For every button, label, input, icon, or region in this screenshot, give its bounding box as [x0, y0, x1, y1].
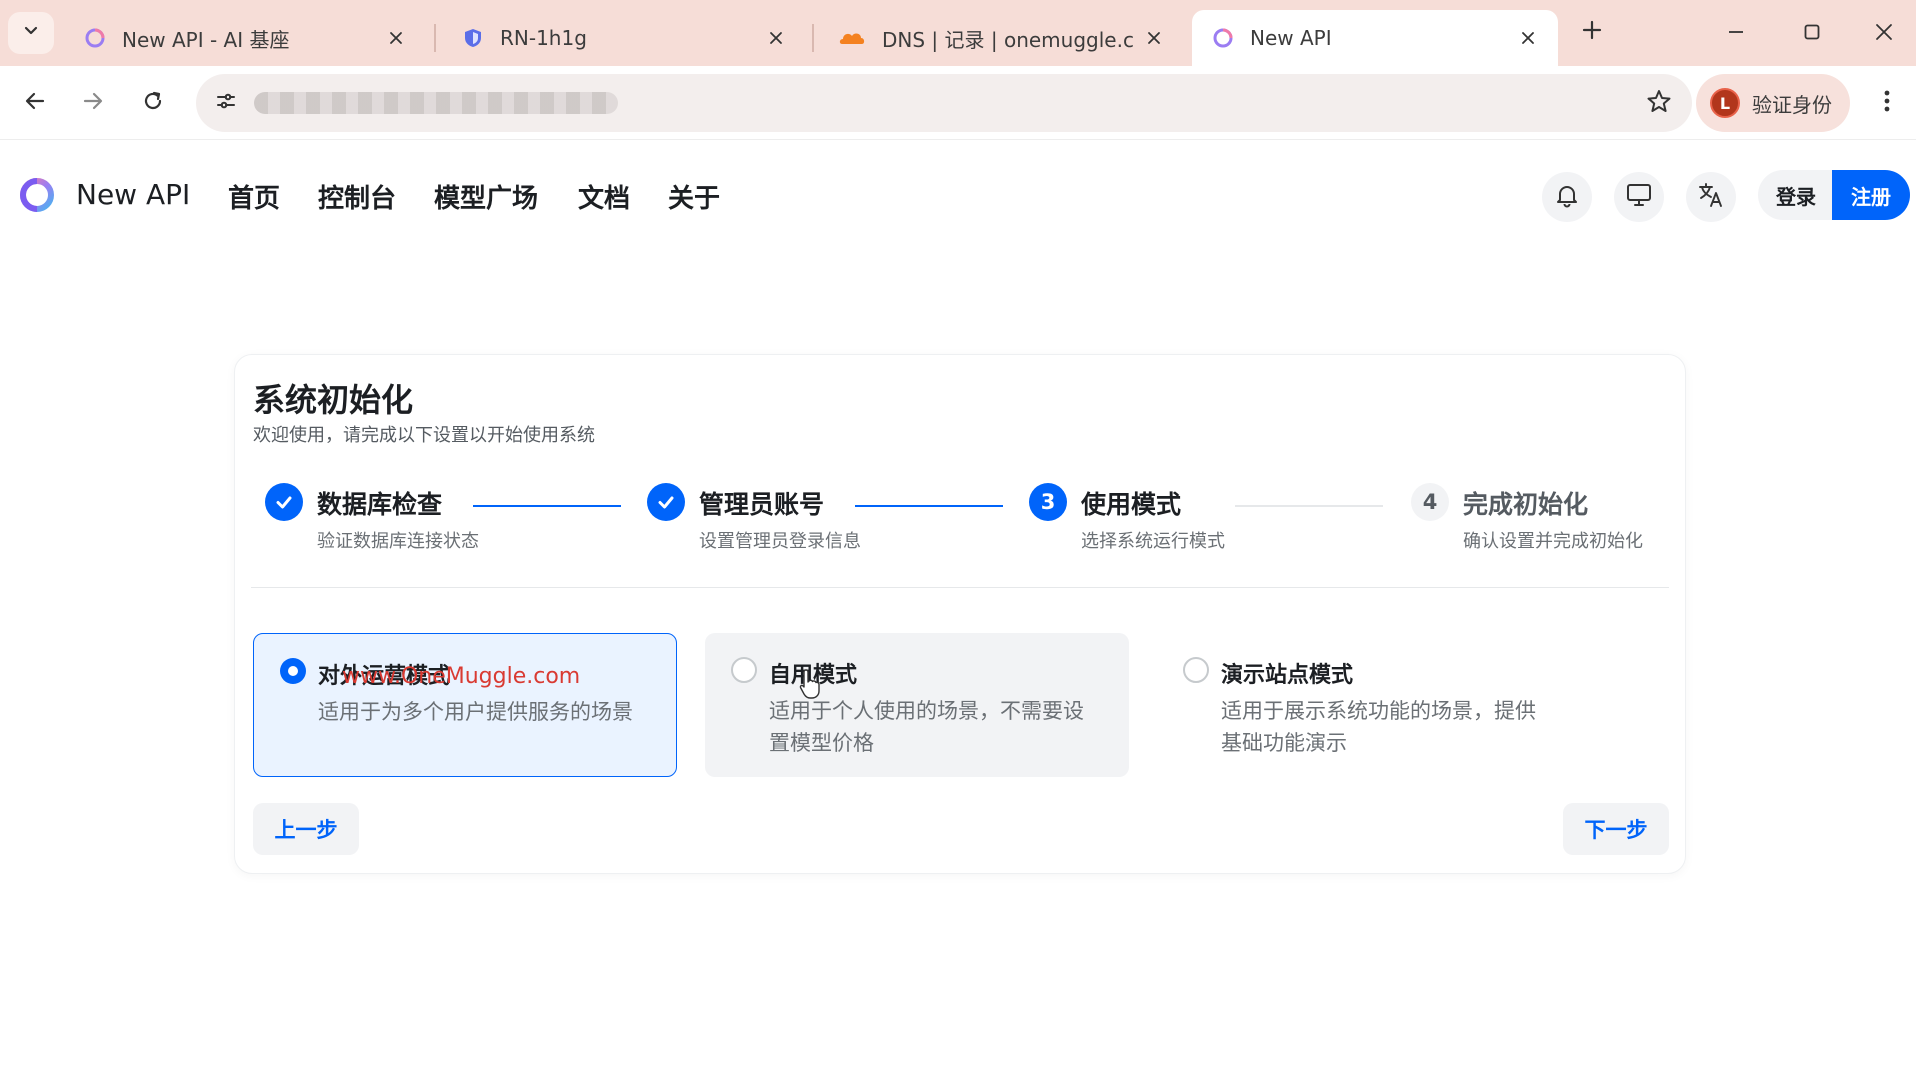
arrow-left-icon: [23, 89, 47, 117]
language-button[interactable]: [1686, 172, 1736, 222]
divider: [251, 587, 1669, 588]
option-description: 适用于个人使用的场景，不需要设置模型价格: [769, 699, 1084, 755]
step-number: 4: [1411, 483, 1449, 521]
step-title: 完成初始化: [1463, 490, 1589, 519]
tab-title: New API - AI 基座: [122, 27, 290, 52]
address-bar[interactable]: [196, 74, 1692, 132]
reload-button[interactable]: [132, 82, 174, 124]
page-title: 系统初始化: [253, 381, 414, 419]
next-step-button[interactable]: 下一步: [1563, 803, 1669, 855]
cloudflare-icon: [838, 27, 866, 49]
star-icon: [1646, 88, 1672, 118]
new-api-logo-icon: [1212, 27, 1234, 49]
new-api-logo-icon: [84, 27, 106, 49]
step-connector: [855, 505, 1003, 507]
step-number: 3: [1029, 483, 1067, 521]
page-subtitle: 欢迎使用，请完成以下设置以开始使用系统: [253, 425, 595, 446]
minimize-icon: [1726, 22, 1746, 46]
check-icon: [647, 483, 685, 521]
check-icon: [265, 483, 303, 521]
translate-icon: [1697, 181, 1725, 213]
site-header: New API 首页 控制台 模型广场 文档 关于 登录 注册: [0, 140, 1916, 252]
nav-console[interactable]: 控制台: [318, 178, 396, 215]
more-vertical-icon: [1883, 89, 1891, 117]
window-close-button[interactable]: [1864, 14, 1904, 54]
tab-search-button[interactable]: [8, 12, 54, 54]
bookmark-button[interactable]: [1642, 86, 1676, 120]
step-connector: [1235, 505, 1383, 507]
brand-name[interactable]: New API: [76, 178, 190, 211]
site-settings-button[interactable]: [206, 83, 246, 123]
new-api-logo-icon[interactable]: [18, 176, 56, 214]
minimize-button[interactable]: [1716, 14, 1756, 54]
tab-separator: [434, 24, 436, 52]
step-title: 使用模式: [1081, 490, 1182, 519]
tab-separator: [812, 24, 814, 52]
close-icon[interactable]: [384, 26, 408, 50]
radio-button[interactable]: [731, 657, 757, 683]
mouse-cursor-icon: [798, 668, 822, 700]
option-title: 演示站点模式: [1221, 663, 1354, 688]
close-icon: [1874, 22, 1894, 46]
browser-tab-bar: New API - AI 基座 RN-1h1g DNS | 记录 | onemu…: [0, 0, 1916, 66]
tune-icon: [214, 89, 238, 117]
step-title: 管理员账号: [699, 490, 825, 519]
tab-title: DNS | 记录 | onemuggle.com: [882, 27, 1134, 52]
browser-toolbar: L 验证身份: [0, 66, 1916, 140]
profile-label: 验证身份: [1752, 92, 1832, 117]
nav-docs[interactable]: 文档: [578, 178, 630, 215]
blurred-url: [254, 92, 618, 114]
option-description: 适用于为多个用户提供服务的场景: [318, 700, 633, 724]
register-button[interactable]: 注册: [1832, 170, 1910, 220]
option-description: 适用于展示系统功能的场景，提供基础功能演示: [1221, 699, 1536, 755]
forward-button[interactable]: [72, 82, 114, 124]
browser-tab-4-active[interactable]: New API: [1192, 10, 1558, 66]
watermark: www.OneMuggle.com: [342, 664, 581, 689]
browser-tab-3[interactable]: DNS | 记录 | onemuggle.com: [818, 10, 1184, 66]
chevron-down-icon: [21, 21, 41, 45]
arrow-right-icon: [81, 89, 105, 117]
close-icon[interactable]: [764, 26, 788, 50]
close-icon[interactable]: [1142, 26, 1166, 50]
radio-button[interactable]: [1183, 657, 1209, 683]
step-description: 设置管理员登录信息: [699, 531, 861, 552]
setup-card: 系统初始化 欢迎使用，请完成以下设置以开始使用系统 数据库检查 验证数据库连接状…: [234, 354, 1686, 874]
step-title: 数据库检查: [317, 490, 443, 519]
bell-icon: [1554, 182, 1580, 212]
shield-icon: [462, 27, 484, 49]
maximize-icon: [1802, 22, 1822, 46]
profile-button[interactable]: L 验证身份: [1696, 74, 1850, 132]
nav-about[interactable]: 关于: [668, 178, 720, 215]
close-icon[interactable]: [1516, 26, 1540, 50]
browser-menu-button[interactable]: [1870, 82, 1904, 124]
tab-title: New API: [1250, 26, 1332, 50]
avatar: L: [1710, 88, 1740, 118]
login-button[interactable]: 登录: [1758, 170, 1834, 220]
option-public-operation[interactable]: 对外运营模式 适用于为多个用户提供服务的场景: [253, 633, 677, 777]
theme-button[interactable]: [1614, 172, 1664, 222]
previous-step-button[interactable]: 上一步: [253, 803, 359, 855]
notifications-button[interactable]: [1542, 172, 1592, 222]
option-demo-site[interactable]: 演示站点模式 适用于展示系统功能的场景，提供基础功能演示: [1157, 633, 1581, 777]
browser-tab-1[interactable]: New API - AI 基座: [64, 10, 426, 66]
plus-icon: [1581, 19, 1603, 45]
maximize-button[interactable]: [1792, 14, 1832, 54]
step-description: 验证数据库连接状态: [317, 531, 479, 552]
tab-title: RN-1h1g: [500, 26, 587, 50]
back-button[interactable]: [14, 82, 56, 124]
step-connector: [473, 505, 621, 507]
nav-home[interactable]: 首页: [228, 178, 280, 215]
monitor-icon: [1625, 182, 1653, 212]
radio-button[interactable]: [280, 658, 306, 684]
step-description: 选择系统运行模式: [1081, 531, 1225, 552]
browser-tab-2[interactable]: RN-1h1g: [442, 10, 806, 66]
reload-icon: [141, 89, 165, 117]
option-self-use[interactable]: 自用模式 适用于个人使用的场景，不需要设置模型价格: [705, 633, 1129, 777]
step-description: 确认设置并完成初始化: [1463, 531, 1643, 552]
new-tab-button[interactable]: [1574, 14, 1610, 50]
nav-model-market[interactable]: 模型广场: [434, 178, 538, 215]
